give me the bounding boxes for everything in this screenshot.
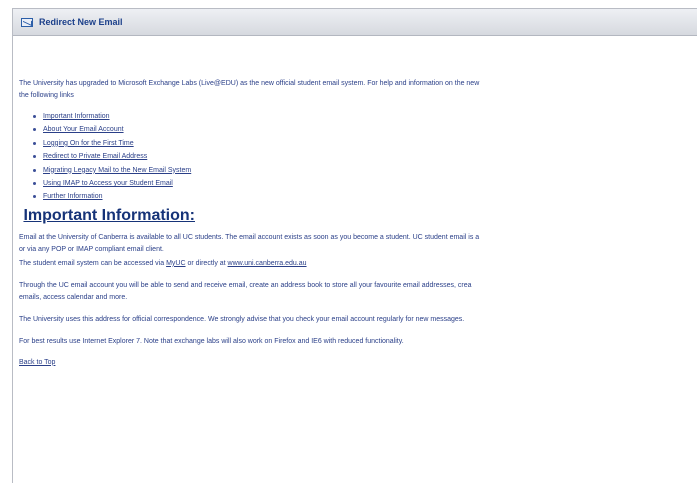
list-item: Migrating Legacy Mail to the New Email S… [33, 164, 697, 177]
list-item: Important Information [33, 110, 697, 123]
link-migrating-legacy-mail[interactable]: Migrating Legacy Mail to the New Email S… [43, 167, 191, 174]
quick-links-list: Important Information About Your Email A… [19, 110, 697, 204]
paragraph-access: The student email system can be accessed… [19, 258, 697, 270]
paragraph-availability-line-2: or via any POP or IMAP compliant email c… [19, 245, 164, 253]
intro-line-2: the following links [19, 92, 74, 99]
access-middle: or directly at [185, 259, 228, 267]
list-item: About Your Email Account [33, 123, 697, 136]
paragraph-browser-support: For best results use Internet Explorer 7… [19, 337, 404, 345]
link-important-information[interactable]: Important Information [43, 113, 110, 120]
link-myuc[interactable]: MyUC [166, 260, 185, 267]
link-about-email-account[interactable]: About Your Email Account [43, 126, 124, 133]
link-further-information[interactable]: Further Information [43, 193, 103, 200]
intro-line-1: The University has upgraded to Microsoft… [19, 80, 480, 87]
section-heading-text: Important Information: [23, 206, 195, 224]
section-heading: Important Information: [19, 206, 697, 224]
link-uni-canberra[interactable]: www.uni.canberra.edu.au [228, 260, 307, 267]
paragraph-availability-line-1: Email at the University of Canberra is a… [19, 233, 480, 241]
list-item: Redirect to Private Email Address [33, 150, 697, 163]
redirect-email-panel: Redirect New Email The University has up… [12, 8, 697, 483]
panel-header: Redirect New Email [13, 9, 697, 36]
list-item: Using IMAP to Access your Student Email [33, 177, 697, 190]
panel-title: Redirect New Email [39, 17, 123, 27]
paragraph-availability: Email at the University of Canberra is a… [19, 232, 697, 256]
link-redirect-private-email[interactable]: Redirect to Private Email Address [43, 153, 147, 160]
intro-text: The University has upgraded to Microsoft… [19, 78, 697, 102]
paragraph-features-line-2: emails, access calendar and more. [19, 293, 128, 301]
panel-content: The University has upgraded to Microsoft… [13, 78, 697, 369]
list-item: Further Information [33, 190, 697, 203]
back-to-top-link[interactable]: Back to Top [19, 359, 55, 366]
list-item: Logging On for the First Time [33, 137, 697, 150]
paragraph-features: Through the UC email account you will be… [19, 280, 697, 304]
paragraph-correspondence: The University uses this address for off… [19, 315, 465, 323]
link-logging-on-first-time[interactable]: Logging On for the First Time [43, 140, 134, 147]
paragraph-features-line-1: Through the UC email account you will be… [19, 281, 472, 289]
envelope-icon [21, 17, 33, 27]
access-prefix: The student email system can be accessed… [19, 259, 167, 267]
back-to-top: Back to Top [19, 357, 697, 369]
link-using-imap[interactable]: Using IMAP to Access your Student Email [43, 180, 173, 187]
